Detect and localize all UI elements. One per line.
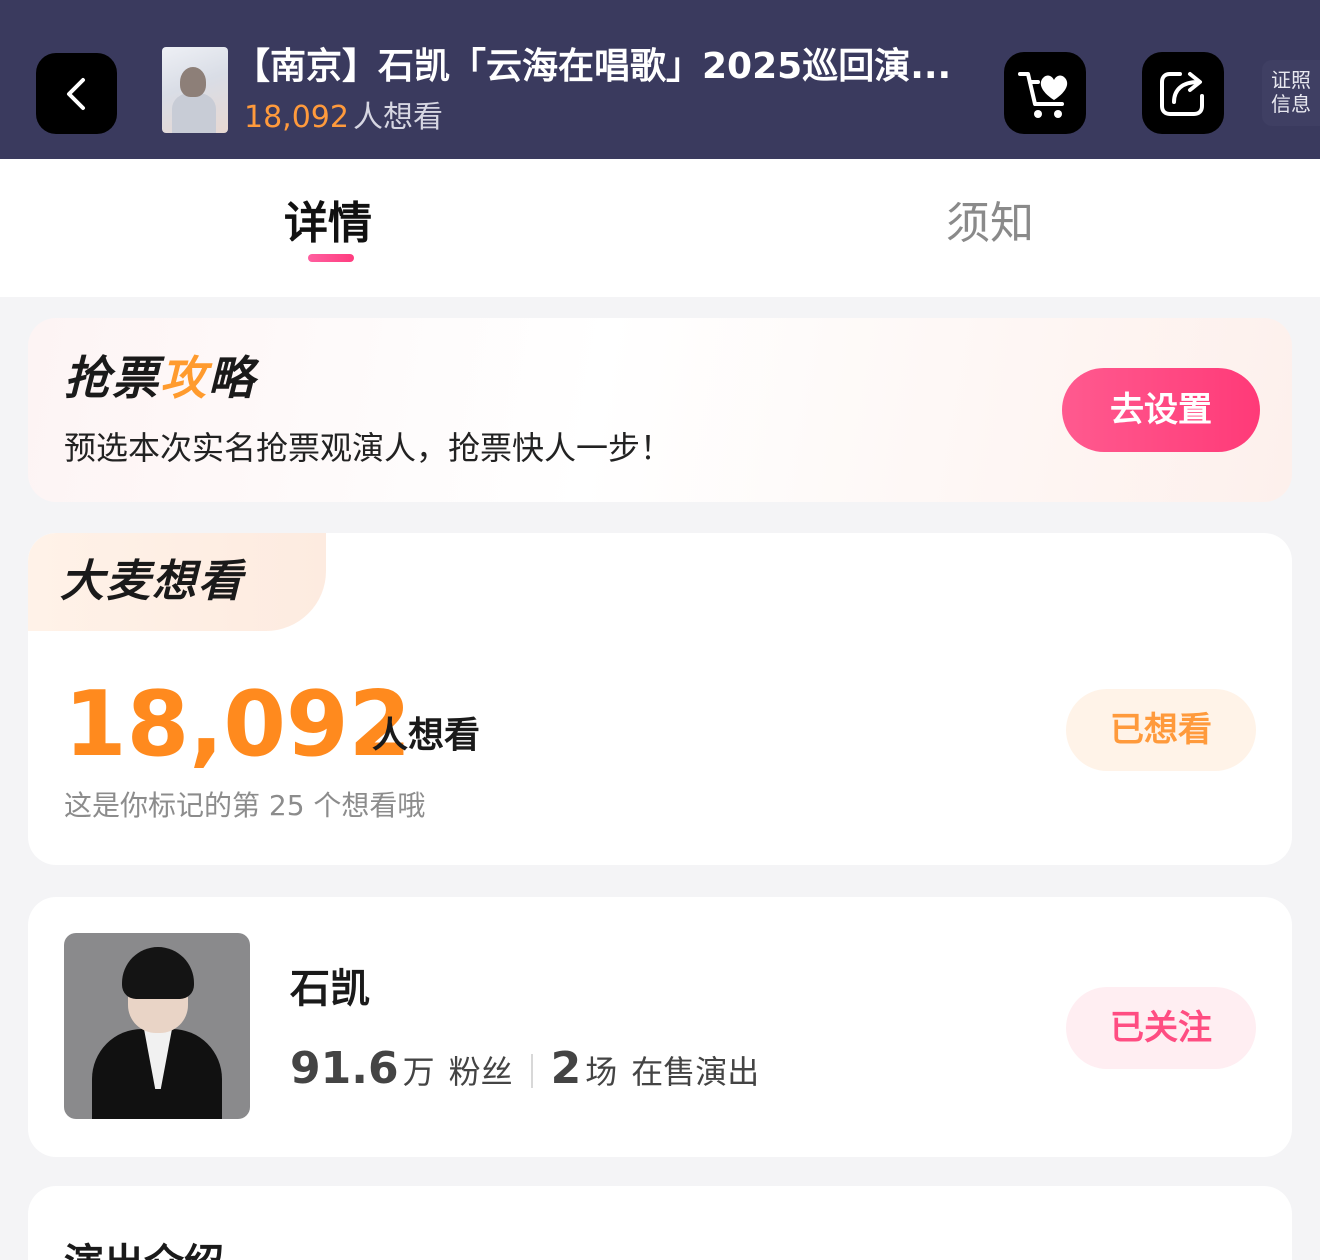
strategy-title-part2: 略: [208, 351, 256, 405]
header-want-count: 18,092 人想看: [244, 98, 443, 138]
strategy-title-bolt: 攻: [160, 351, 208, 405]
want-note: 这是你标记的第 25 个想看哦: [64, 789, 426, 822]
artist-name[interactable]: 石凯: [290, 963, 370, 1015]
share-button[interactable]: [1142, 52, 1224, 134]
tab-bar: 详情 须知: [0, 159, 1320, 297]
followed-button[interactable]: 已关注: [1066, 987, 1256, 1069]
artist-avatar[interactable]: [64, 933, 250, 1119]
intro-title: 演出介绍: [64, 1238, 224, 1260]
wanted-button[interactable]: 已想看: [1066, 689, 1256, 771]
shows-number: 2: [550, 1043, 582, 1094]
artist-card: 石凯 91.6 万 粉丝 2 场 在售演出 已关注: [28, 897, 1292, 1157]
license-info-line1: 证照: [1271, 68, 1311, 92]
shows-label: 在售演出: [631, 1053, 760, 1091]
license-info-button[interactable]: 证照 信息: [1262, 60, 1320, 126]
shows-unit: 场: [585, 1053, 618, 1091]
want-count: 18,092: [64, 672, 412, 777]
want-to-see-card: 大麦想看 18,092 人想看 这是你标记的第 25 个想看哦 已想看: [28, 533, 1292, 865]
strategy-title-part1: 抢票: [64, 351, 160, 405]
fans-unit: 万: [402, 1053, 435, 1091]
header-want-label: 人想看: [352, 100, 443, 135]
top-bar: 【南京】石凯「云海在唱歌」2025巡回演... 18,092 人想看 证照 信息: [0, 0, 1320, 159]
strategy-subtitle: 预选本次实名抢票观演人，抢票快人一步！: [64, 429, 673, 467]
fans-label: 粉丝: [448, 1053, 513, 1091]
active-tab-indicator: [308, 254, 354, 262]
back-button[interactable]: [36, 53, 117, 134]
stats-divider: [530, 1053, 533, 1088]
artist-stats: 91.6 万 粉丝 2 场 在售演出: [290, 1043, 759, 1098]
license-info-line2: 信息: [1271, 92, 1311, 116]
event-poster-thumbnail[interactable]: [162, 47, 228, 133]
header-want-number: 18,092: [244, 100, 349, 135]
tab-notice[interactable]: 须知: [946, 195, 1034, 253]
want-badge-text: 大麦想看: [60, 556, 244, 607]
show-intro-card: 演出介绍: [28, 1186, 1292, 1260]
share-icon: [1160, 72, 1204, 116]
chevron-left-icon: [66, 77, 85, 110]
event-title: 【南京】石凯「云海在唱歌」2025巡回演...: [234, 46, 952, 87]
want-unit: 人想看: [372, 715, 481, 756]
ticket-strategy-card: 抢票攻略 预选本次实名抢票观演人，抢票快人一步！ 去设置: [28, 318, 1292, 502]
strategy-title: 抢票攻略: [64, 348, 256, 408]
go-setup-button[interactable]: 去设置: [1062, 368, 1260, 452]
cart-button[interactable]: [1004, 52, 1086, 134]
fans-number: 91.6: [290, 1043, 399, 1094]
cart-heart-icon: [1018, 72, 1068, 118]
tab-detail[interactable]: 详情: [284, 195, 372, 253]
